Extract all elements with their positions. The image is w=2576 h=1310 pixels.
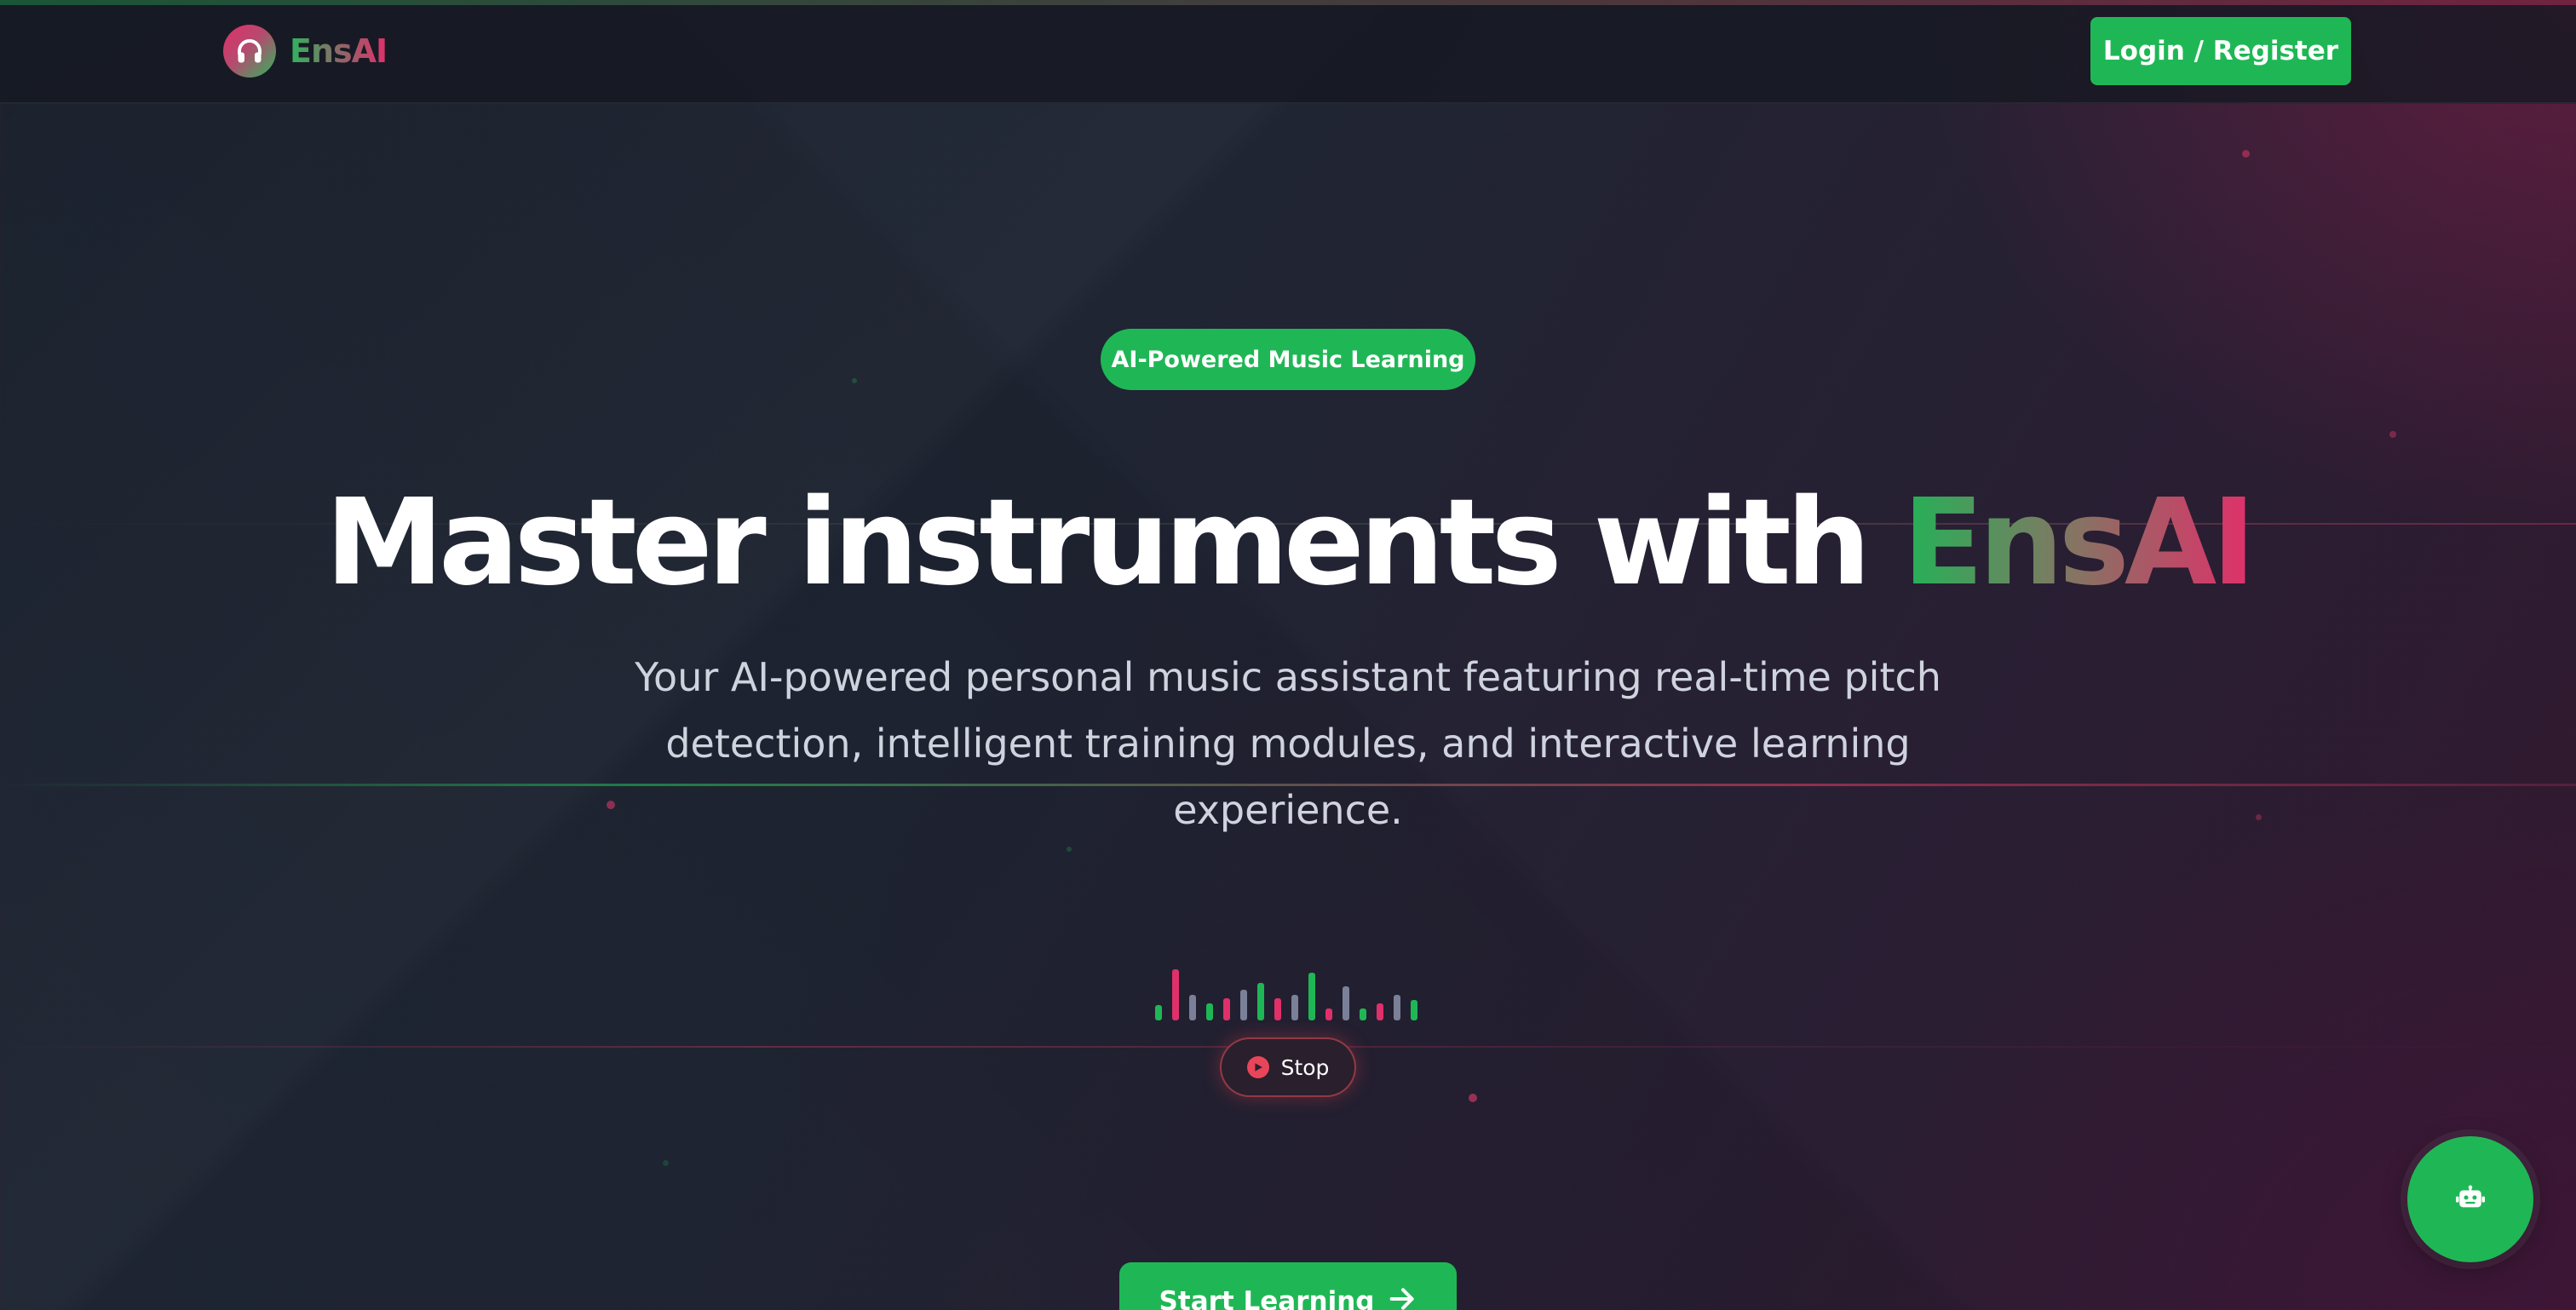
- visualizer-bar: [1223, 998, 1230, 1020]
- start-learning-button[interactable]: Start Learning: [1119, 1262, 1457, 1310]
- visualizer-bar: [1240, 990, 1247, 1020]
- start-learning-label: Start Learning: [1159, 1286, 1375, 1310]
- headline-text: Master instruments with: [325, 474, 1872, 612]
- visualizer-bar: [1155, 1005, 1162, 1020]
- particle: [2242, 150, 2250, 158]
- particle: [1469, 1094, 1477, 1102]
- visualizer-bar: [1308, 973, 1315, 1020]
- visualizer-bar: [1172, 969, 1179, 1020]
- audio-visualizer: [1155, 959, 1421, 1020]
- stop-label: Stop: [1280, 1054, 1330, 1080]
- particle: [852, 378, 857, 383]
- particle: [663, 1160, 669, 1166]
- stop-button[interactable]: Stop: [1220, 1037, 1356, 1097]
- visualizer-bar: [1291, 995, 1298, 1020]
- robot-icon: [2456, 1185, 2485, 1215]
- headphones-icon: [223, 25, 276, 78]
- visualizer-bar: [1360, 1008, 1366, 1020]
- arrow-right-icon: [1389, 1286, 1417, 1310]
- visualizer-bar: [1206, 1003, 1213, 1020]
- hero-subtitle: Your AI-powered personal music assistant…: [635, 654, 1941, 833]
- visualizer-bar: [1325, 1008, 1332, 1020]
- particle: [1067, 847, 1072, 852]
- visualizer-bar: [1274, 998, 1281, 1020]
- visualizer-bar: [1189, 995, 1196, 1020]
- feature-badge: AI-Powered Music Learning: [1101, 329, 1475, 390]
- visualizer-bar: [1377, 1003, 1383, 1020]
- hero-headline: Master instruments with EnsAI: [0, 467, 2576, 620]
- visualizer-bar: [1257, 983, 1264, 1020]
- brand-name: EnsAI: [290, 32, 388, 70]
- visualizer-bar: [1394, 995, 1400, 1020]
- play-circle-icon: [1246, 1056, 1269, 1078]
- visualizer-bar: [1343, 986, 1349, 1020]
- brand-logo[interactable]: EnsAI: [223, 24, 388, 78]
- top-navbar: EnsAI Login / Register: [0, 0, 2576, 104]
- headline-brand: EnsAI: [1902, 474, 2256, 612]
- chat-assistant-button[interactable]: [2407, 1136, 2533, 1262]
- particle: [2389, 431, 2396, 438]
- login-register-button[interactable]: Login / Register: [2090, 17, 2351, 85]
- visualizer-bar: [1411, 1000, 1417, 1020]
- particle: [2256, 814, 2262, 820]
